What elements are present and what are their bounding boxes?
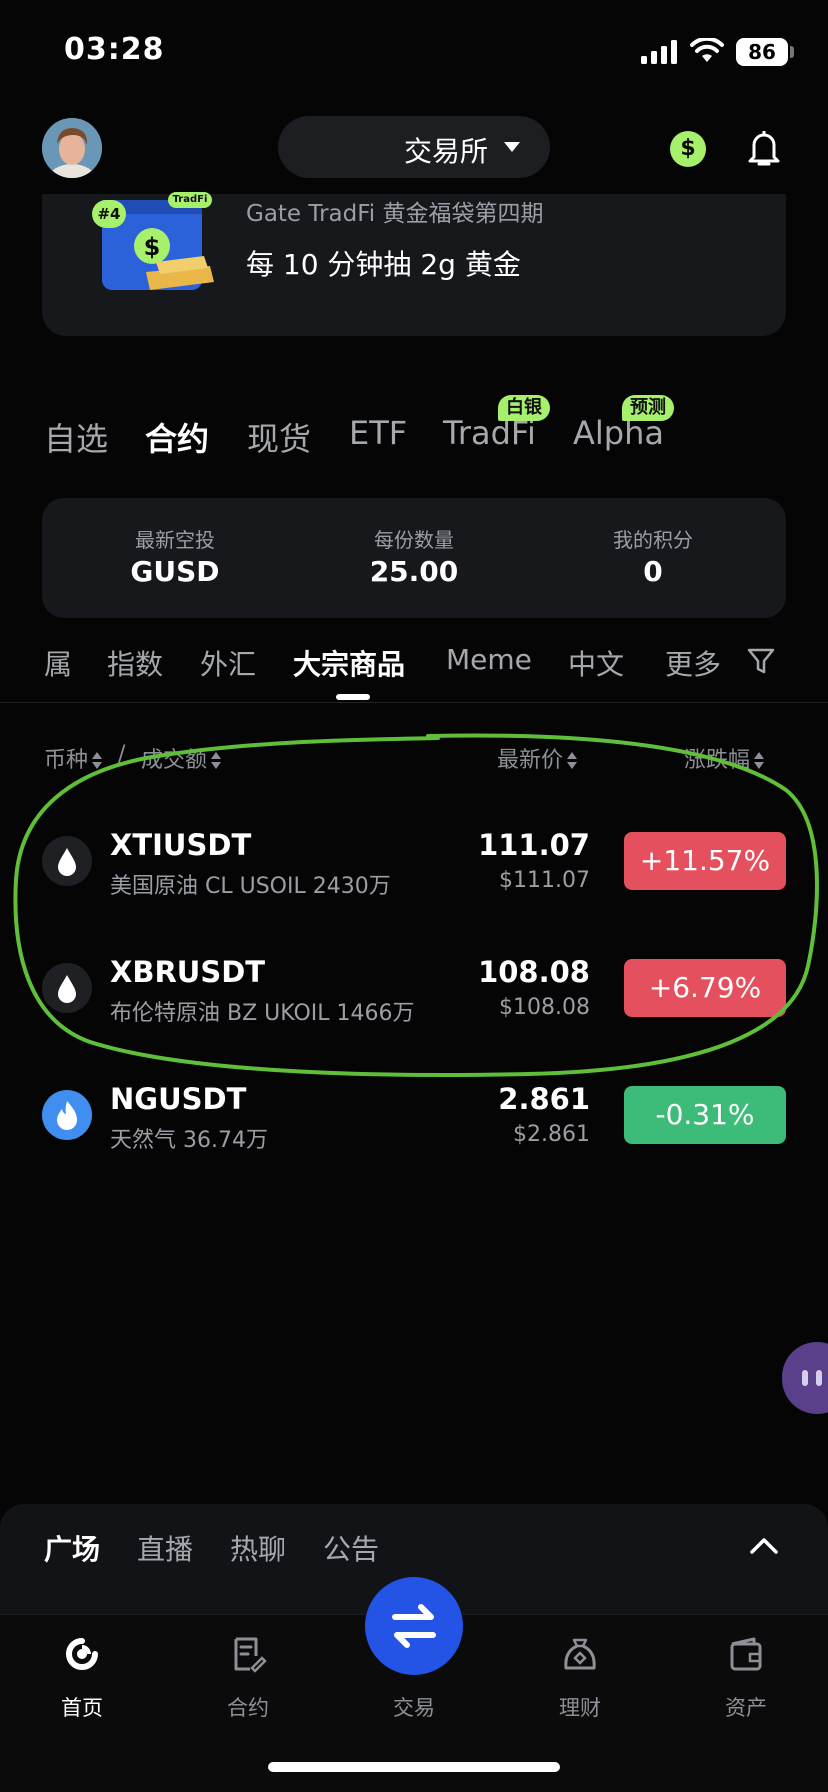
caret-down-icon <box>504 142 520 152</box>
prediction-badge: 预测 <box>622 395 674 421</box>
cellular-signal-icon <box>641 40 677 64</box>
row-symbol: NGUSDT <box>110 1082 247 1116</box>
section-divider <box>0 702 828 703</box>
row-description: 天然气 36.74万 <box>110 1128 268 1153</box>
subtab-index[interactable]: 指数 <box>107 643 163 683</box>
tab-watchlist[interactable]: 自选 <box>44 414 108 460</box>
banner-subtitle: Gate TradFi 黄金福袋第四期 <box>246 201 544 227</box>
battery-indicator: 86 <box>736 38 788 66</box>
home-indicator <box>268 1762 560 1772</box>
nav-earn-label[interactable]: 理财 <box>520 1692 640 1722</box>
status-time: 03:28 <box>64 32 165 67</box>
nav-contract-label[interactable]: 合约 <box>188 1692 308 1722</box>
earn-icon[interactable] <box>560 1634 600 1674</box>
social-tab-square[interactable]: 广场 <box>44 1528 100 1568</box>
wallet-icon[interactable] <box>726 1634 766 1674</box>
row-change-badge[interactable]: -0.31% <box>624 1086 786 1144</box>
bell-icon[interactable] <box>746 128 782 168</box>
nav-trade-label[interactable]: 交易 <box>354 1692 474 1722</box>
svg-text:$: $ <box>144 233 161 261</box>
tradfi-tag: TradFi <box>168 192 212 208</box>
wifi-icon <box>690 38 724 62</box>
my-points-label: 我的积分 <box>613 528 693 552</box>
filter-icon[interactable] <box>746 646 776 676</box>
subtab-forex[interactable]: 外汇 <box>200 643 256 683</box>
chevron-up-icon[interactable] <box>748 1534 780 1556</box>
home-icon[interactable] <box>62 1634 102 1674</box>
contract-icon[interactable] <box>228 1634 268 1674</box>
edition-badge: #4 <box>92 200 126 228</box>
subtab-metals[interactable]: 属 <box>44 643 72 683</box>
swap-icon <box>392 1604 436 1648</box>
exchange-switcher[interactable]: 交易所 <box>278 116 550 178</box>
subtab-chinese[interactable]: 中文 <box>568 643 624 683</box>
battery-cap <box>790 46 794 58</box>
nav-home-label[interactable]: 首页 <box>22 1692 142 1722</box>
tab-etf[interactable]: ETF <box>349 414 407 452</box>
silver-badge: 白银 <box>498 395 550 421</box>
banner-title: 每 10 分钟抽 2g 黄金 <box>246 248 521 281</box>
subtab-commodities[interactable]: 大宗商品 <box>293 643 405 683</box>
per-share-value: 25.00 <box>369 555 459 588</box>
active-subtab-indicator <box>336 694 370 700</box>
hand-drawn-highlight <box>13 733 819 1077</box>
assistant-float-button[interactable] <box>782 1342 828 1414</box>
social-tab-chat[interactable]: 热聊 <box>230 1528 286 1568</box>
tab-spot[interactable]: 现货 <box>247 414 311 460</box>
row-price: 2.861 <box>498 1082 590 1116</box>
latest-airdrop-label: 最新空投 <box>135 528 215 552</box>
user-avatar[interactable] <box>42 118 102 178</box>
social-tab-announcements[interactable]: 公告 <box>323 1528 379 1568</box>
tab-futures[interactable]: 合约 <box>145 414 209 460</box>
trade-button[interactable] <box>365 1577 463 1675</box>
nav-assets-label[interactable]: 资产 <box>686 1692 806 1722</box>
dollar-icon[interactable]: $ <box>670 131 706 167</box>
row-usd-price: $2.861 <box>513 1122 590 1147</box>
avatar-image <box>42 118 102 178</box>
my-points-value: 0 <box>643 555 663 588</box>
per-share-label: 每份数量 <box>374 528 454 552</box>
exchange-label: 交易所 <box>403 135 488 168</box>
social-tab-live[interactable]: 直播 <box>137 1528 193 1568</box>
latest-airdrop-value: GUSD <box>130 555 220 588</box>
subtab-meme[interactable]: Meme <box>446 643 532 676</box>
subtab-more[interactable]: 更多 <box>665 643 721 683</box>
gas-flame-icon <box>42 1090 92 1140</box>
